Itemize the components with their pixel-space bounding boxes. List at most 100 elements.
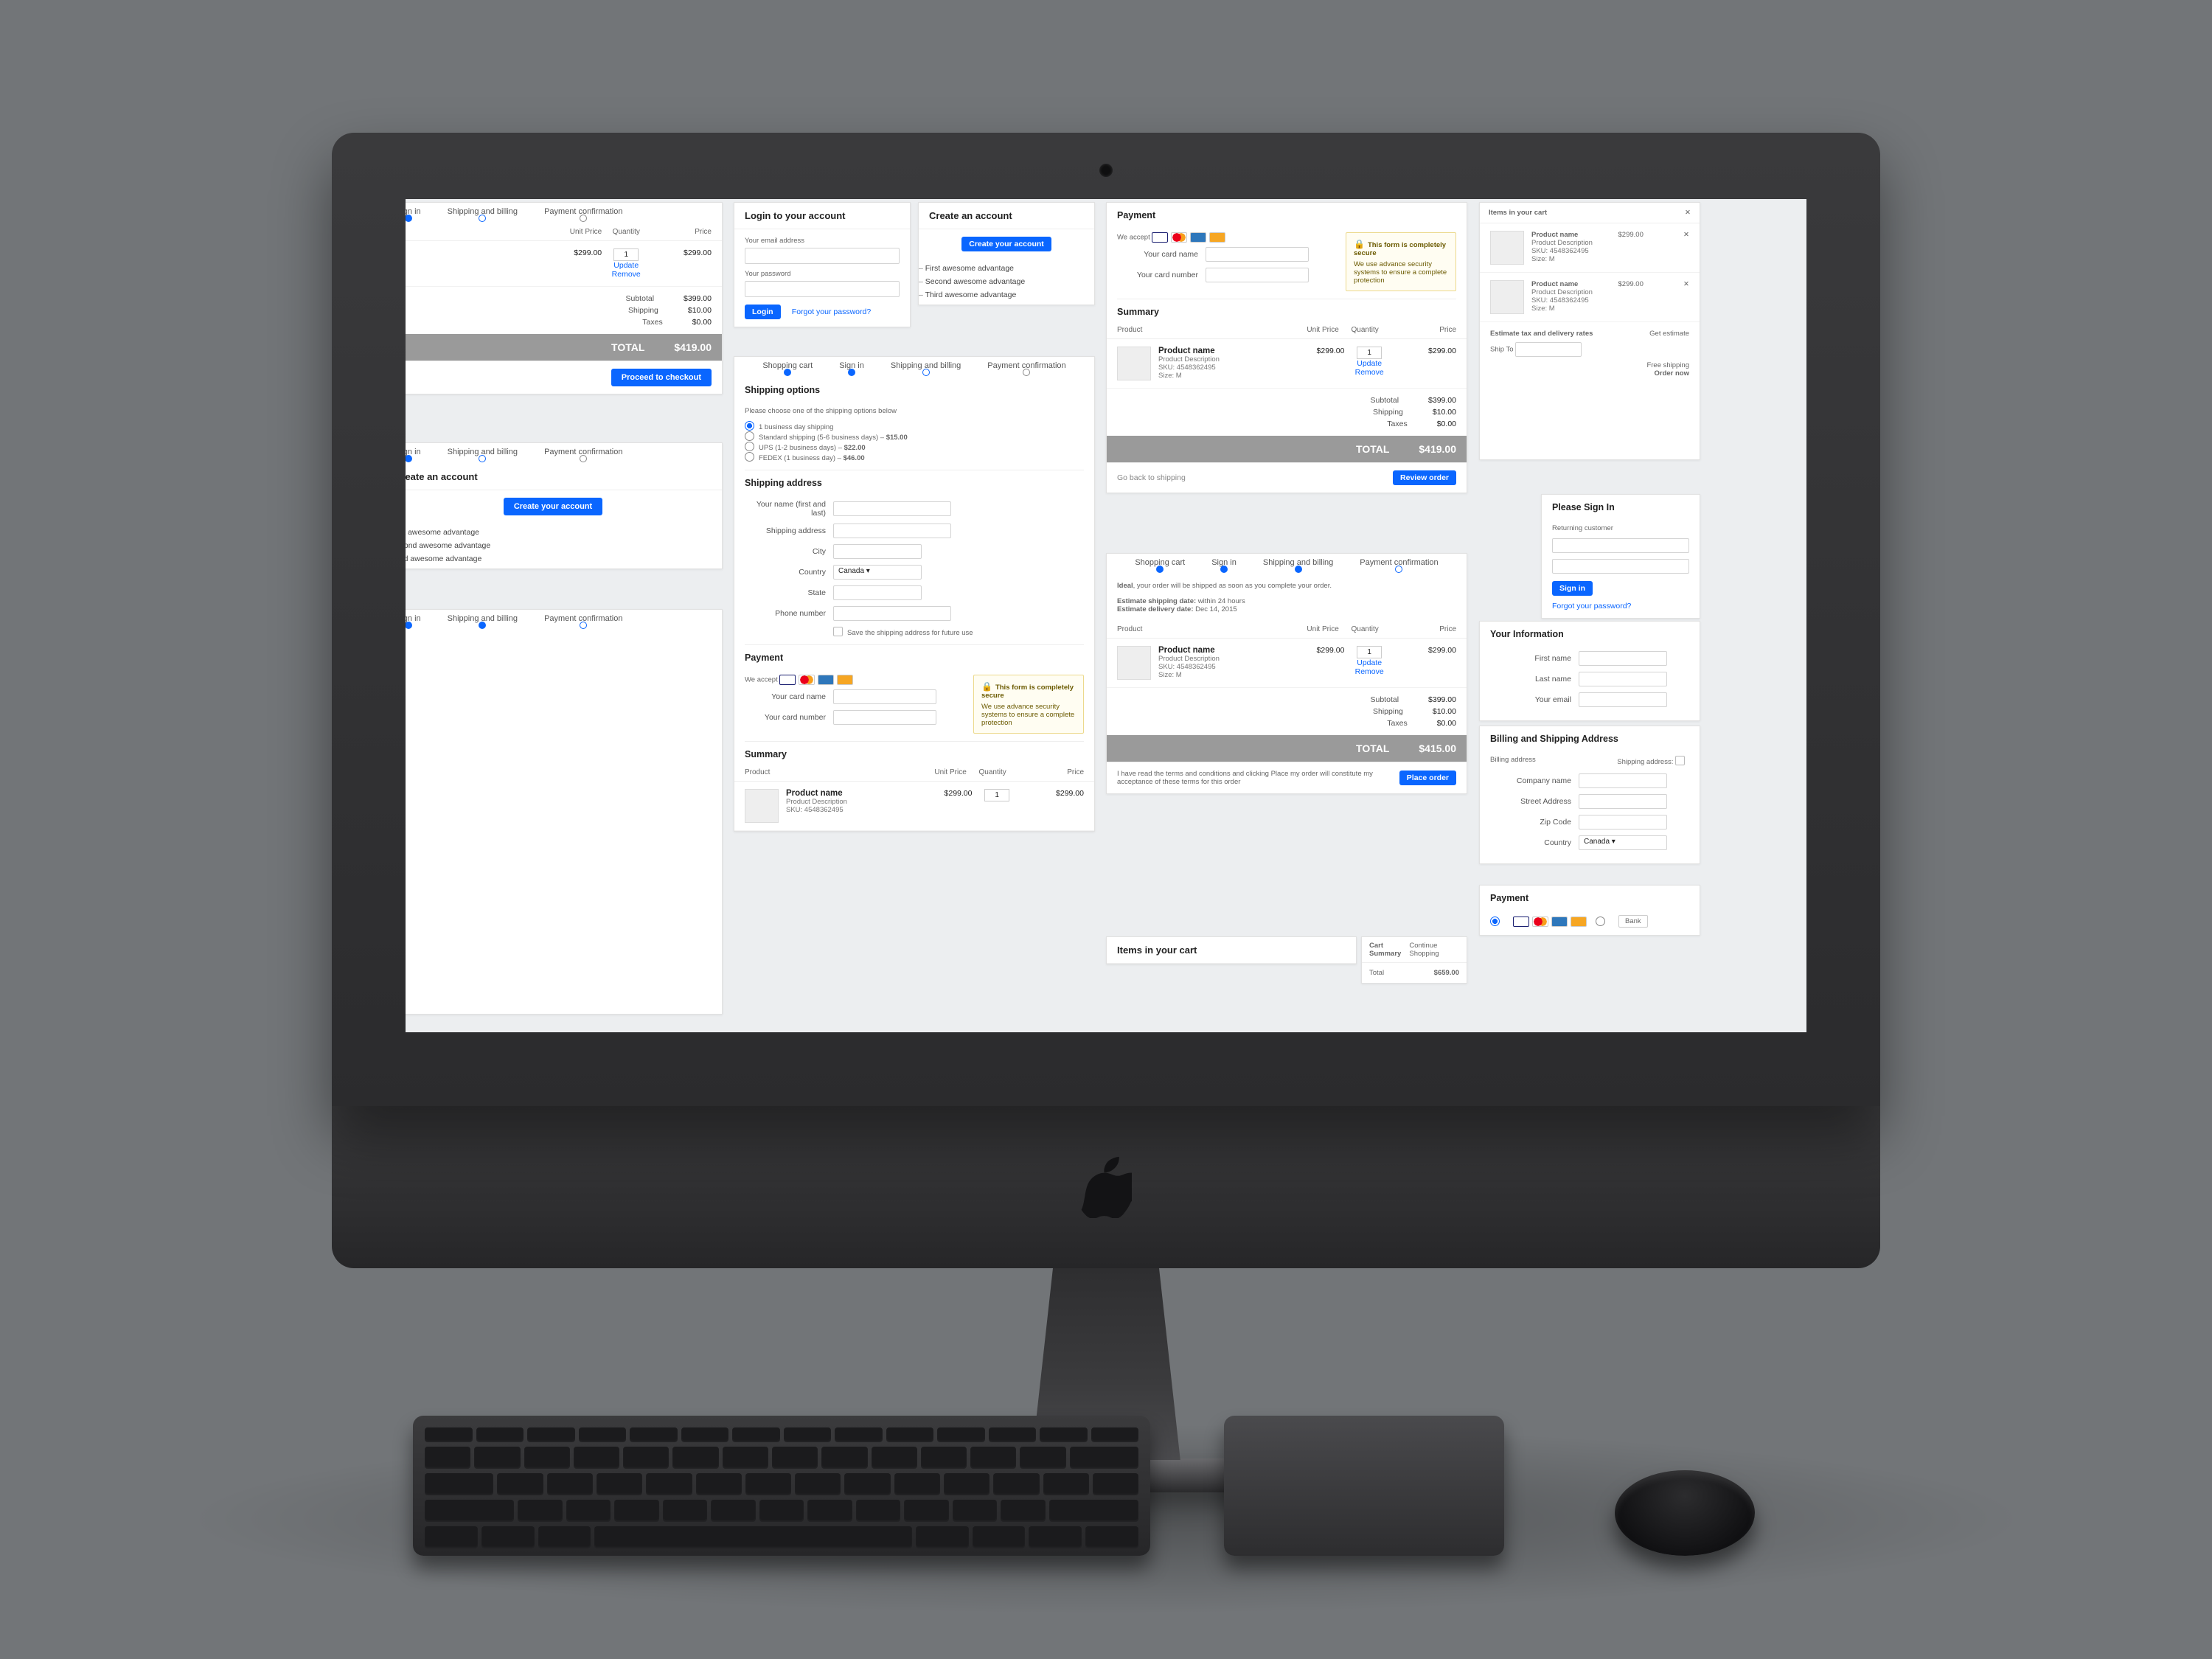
pay-title: Payment xyxy=(734,645,1094,667)
panel-cart-partial: Sign in Shipping and billing Payment con… xyxy=(406,202,723,394)
review-button[interactable]: Review order xyxy=(1393,470,1456,485)
line-price: $299.00 xyxy=(650,248,712,279)
phone-input[interactable] xyxy=(833,606,951,621)
company-input[interactable] xyxy=(1579,773,1667,788)
shipto-input[interactable] xyxy=(1515,342,1582,357)
panel-items-list: Items in your cart ✕ Product name$299.00… xyxy=(1479,202,1700,460)
thumb xyxy=(1490,231,1524,265)
create-title: Create an account xyxy=(919,203,1094,229)
email-input[interactable] xyxy=(1579,692,1667,707)
close-icon[interactable]: ✕ xyxy=(1685,209,1691,217)
back-link[interactable]: Go back to shipping xyxy=(1117,473,1186,482)
addr-input[interactable] xyxy=(833,524,951,538)
panel-create-2: Create an account Create your account Fi… xyxy=(918,202,1095,305)
close-icon[interactable]: ✕ xyxy=(1683,280,1689,288)
ship-opt-2[interactable]: Standard shipping (5-6 business days) – … xyxy=(745,431,1084,442)
cardno-input[interactable] xyxy=(833,710,936,725)
ship-opt-1[interactable]: 1 business day shipping xyxy=(745,421,1084,431)
create-button[interactable]: Create your account xyxy=(961,237,1051,251)
si-pw[interactable] xyxy=(1552,559,1689,574)
panel-login: Login to your account Your email address… xyxy=(734,202,911,327)
state-input[interactable] xyxy=(833,585,922,600)
cardname-input[interactable] xyxy=(833,689,936,704)
forgot-link[interactable]: Forgot your password? xyxy=(792,307,871,316)
totals: Subtotal$399.00 Shipping$10.00 Taxes$0.0… xyxy=(406,287,722,334)
pay-bank[interactable] xyxy=(1596,917,1610,927)
panel-cart-summary: Cart Summary Continue Shopping Total $65… xyxy=(1361,936,1467,984)
card-icons xyxy=(1513,917,1587,927)
step-signin[interactable]: Sign in xyxy=(406,614,421,623)
ship-opt-3[interactable]: UPS (1-2 business days) – $22.00 xyxy=(745,442,1084,452)
city-input[interactable] xyxy=(833,544,922,559)
mouse xyxy=(1615,1470,1755,1556)
summary-title: Summary xyxy=(1107,299,1467,321)
lock-icon: 🔒 xyxy=(1354,239,1365,249)
qty-input[interactable]: 1 xyxy=(613,248,639,261)
email-input[interactable] xyxy=(745,248,900,264)
secure-note: 🔒This form is completely secure We use a… xyxy=(1346,232,1456,291)
login-button[interactable]: Login xyxy=(745,305,781,319)
close-icon[interactable]: ✕ xyxy=(1683,231,1689,239)
table-row: Product name Product Description SKU: 45… xyxy=(1107,339,1467,389)
lock-icon: 🔒 xyxy=(981,681,992,692)
pay-title: Payment xyxy=(1107,203,1467,225)
cardno-input[interactable] xyxy=(1206,268,1309,282)
step-confirm[interactable]: Payment confirmation xyxy=(544,614,622,623)
step-confirm[interactable]: Payment confirmation xyxy=(544,448,622,456)
street-input[interactable] xyxy=(1579,794,1667,809)
unit-price: $299.00 xyxy=(540,248,602,279)
remove-link[interactable]: Remove xyxy=(602,270,650,279)
panel-shipping-flow: Shopping cart Sign in Shipping and billi… xyxy=(734,356,1095,832)
ship-opts-title: Shipping options xyxy=(734,378,1094,400)
step-signin[interactable]: Sign in xyxy=(406,448,421,456)
stepper: Sign in Shipping and billing Payment con… xyxy=(406,610,722,630)
trackpad xyxy=(1224,1416,1504,1556)
zip-input[interactable] xyxy=(1579,815,1667,830)
cart-items-title: Items in your cart xyxy=(1107,937,1356,964)
country-select[interactable]: Canada ▾ xyxy=(833,565,922,580)
step-cart[interactable]: Shopping cart xyxy=(762,361,813,370)
step-ship[interactable]: Shipping and billing xyxy=(448,614,518,623)
continue-link[interactable]: Continue Shopping xyxy=(1409,942,1459,958)
si-email[interactable] xyxy=(1552,538,1689,553)
step-ship[interactable]: Shipping and billing xyxy=(448,448,518,456)
keyboard xyxy=(413,1416,1150,1556)
card-icons xyxy=(1152,232,1225,243)
screen: Sign in Shipping and billing Payment con… xyxy=(406,199,1806,1032)
card-icons xyxy=(779,675,853,685)
proceed-button[interactable]: Proceed to checkout xyxy=(611,369,712,386)
country-select[interactable]: Canada ▾ xyxy=(1579,835,1667,850)
order-now-link[interactable]: Order now xyxy=(1490,369,1689,378)
step-ship[interactable]: Shipping and billing xyxy=(448,207,518,216)
password-input[interactable] xyxy=(745,281,900,297)
step-ship[interactable]: Shipping and billing xyxy=(891,361,961,370)
secure-note: 🔒This form is completely secure We use a… xyxy=(973,675,1084,734)
step-confirm[interactable]: Payment confirmation xyxy=(987,361,1065,370)
cardname-input[interactable] xyxy=(1206,247,1309,262)
save-addr-check[interactable]: Save the shipping address for future use xyxy=(833,627,1084,637)
step-signin[interactable]: Sign in xyxy=(406,207,421,216)
advantage-list: First awesome advantage Second awesome a… xyxy=(919,259,1094,305)
create-button[interactable]: Create your account xyxy=(504,498,602,515)
first-input[interactable] xyxy=(1579,651,1667,666)
thumb xyxy=(745,789,779,823)
stepper: Shopping cart Sign in Shipping and billi… xyxy=(734,357,1094,378)
panel-cart-items: Items in your cart xyxy=(1106,936,1357,964)
last-input[interactable] xyxy=(1579,672,1667,686)
panel-bill-ship: Billing and Shipping Address Billing add… xyxy=(1479,726,1700,864)
signin-button[interactable]: Sign in xyxy=(1552,581,1593,596)
update-link[interactable]: Update xyxy=(602,261,650,270)
chin xyxy=(332,1106,1880,1268)
step-confirm[interactable]: Payment confirmation xyxy=(544,207,622,216)
create-title: Create an account xyxy=(406,464,722,490)
place-order-button[interactable]: Place order xyxy=(1399,771,1456,785)
stepper: Sign in Shipping and billing Payment con… xyxy=(406,203,722,223)
panel-confirm: Shopping cart Sign in Shipping and billi… xyxy=(1106,553,1467,794)
step-signin[interactable]: Sign in xyxy=(839,361,864,370)
pay-card[interactable] xyxy=(1490,917,1504,927)
ship-opt-4[interactable]: FEDEX (1 business day) – $46.00 xyxy=(745,452,1084,462)
name-input[interactable] xyxy=(833,501,951,516)
same-check[interactable] xyxy=(1675,758,1689,766)
panel-payment-summary: Payment We accept Your card name Your ca… xyxy=(1106,202,1467,493)
forgot-link[interactable]: Forgot your password? xyxy=(1552,602,1631,611)
